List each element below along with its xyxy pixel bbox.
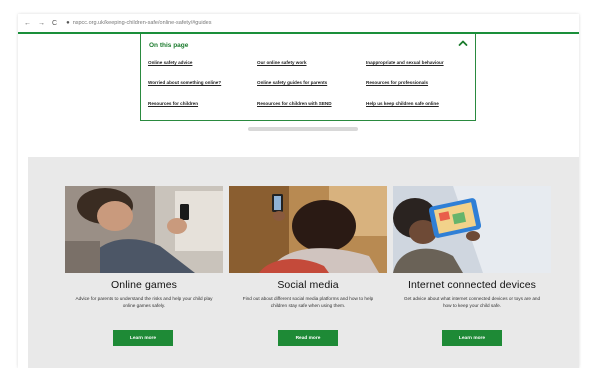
social-media-image: [229, 186, 387, 273]
guide-card-online-games: Online games Advice for parents to under…: [65, 186, 223, 309]
toc-link-resources-children-send[interactable]: Resources for children with SEND: [257, 101, 332, 106]
on-this-page-panel: On this page Online safety advice Our on…: [140, 34, 476, 121]
site-info-icon[interactable]: ●: [66, 20, 70, 26]
connected-devices-image: [393, 186, 551, 273]
online-games-image: [65, 186, 223, 273]
url-text: nspcc.org.uk/keeping-children-safe/onlin…: [72, 20, 212, 26]
browser-viewport: ← → C ● nspcc.org.uk/keeping-children-sa…: [18, 14, 579, 368]
toc-link-online-safety-advice[interactable]: Online safety advice: [148, 60, 192, 65]
url-field[interactable]: ● nspcc.org.uk/keeping-children-safe/onl…: [66, 20, 211, 26]
card-description: Advice for parents to understand the ris…: [75, 296, 213, 308]
obscured-intro-text: [248, 127, 358, 131]
toc-link-resources-children[interactable]: Resources for children: [148, 101, 198, 106]
card-title: Social media: [277, 279, 339, 291]
card-title: Online games: [111, 279, 177, 291]
toc-link-inappropriate-sexual-behaviour[interactable]: Inappropriate and sexual behaviour: [366, 60, 444, 65]
card-description: Get advice about what internet connected…: [403, 296, 541, 308]
online-games-learn-more-button[interactable]: Learn more: [113, 330, 173, 346]
browser-nav: ← → C: [24, 20, 57, 27]
chevron-up-icon[interactable]: [457, 37, 469, 49]
guide-card-social-media: Social media Find out about different so…: [229, 186, 387, 309]
back-icon[interactable]: ←: [24, 20, 31, 27]
forward-icon[interactable]: →: [38, 20, 45, 27]
toc-link-our-online-safety-work[interactable]: Our online safety work: [257, 60, 307, 65]
address-bar: ← → C ● nspcc.org.uk/keeping-children-sa…: [18, 14, 579, 32]
toc-link-online-safety-guides-parents[interactable]: Online safety guides for parents: [257, 80, 327, 85]
toc-link-help-keep-children-safe[interactable]: Help us keep children safe online: [366, 101, 439, 106]
guide-card-internet-connected-devices: Internet connected devices Get advice ab…: [393, 186, 551, 309]
toc-link-resources-professionals[interactable]: Resources for professionals: [366, 80, 428, 85]
toc-link-worried-about-something-online[interactable]: Worried about something online?: [148, 80, 221, 85]
reload-icon[interactable]: C: [52, 20, 57, 27]
connected-devices-learn-more-button[interactable]: Learn more: [442, 330, 502, 346]
card-title: Internet connected devices: [407, 279, 537, 291]
card-description: Find out about different social media pl…: [242, 296, 374, 308]
social-media-read-more-button[interactable]: Read more: [278, 330, 338, 346]
on-this-page-title: On this page: [149, 42, 189, 49]
